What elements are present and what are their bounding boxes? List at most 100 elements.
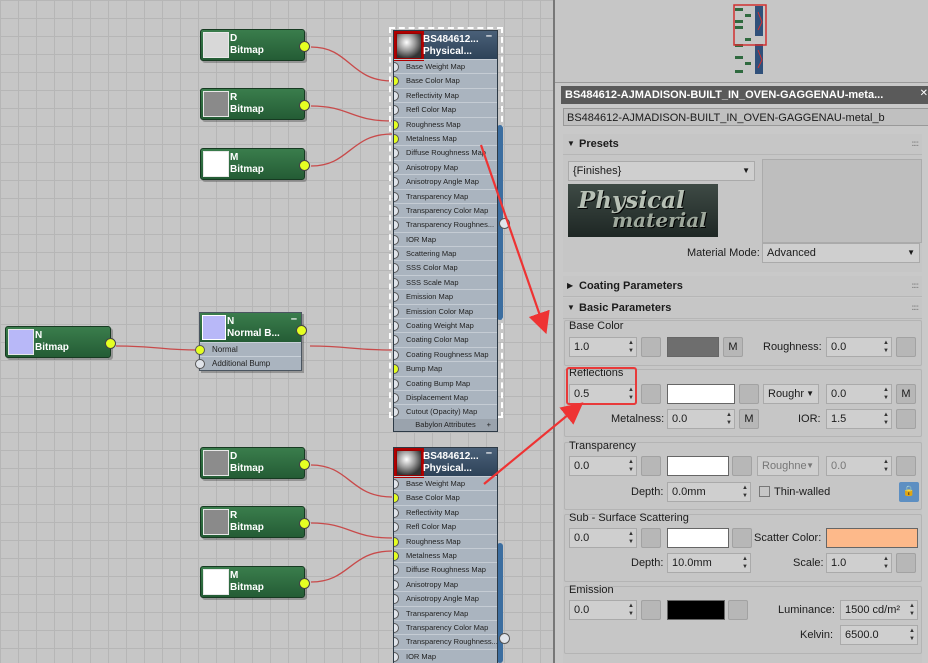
input-socket[interactable] [394,249,399,260]
sss-weight-map-button[interactable] [641,528,661,548]
sss-depth-spinner[interactable]: 10.0mm ▲ ▼ [667,553,751,573]
minimize-icon[interactable]: – [486,30,492,42]
input-port[interactable]: Roughness Map [394,116,497,131]
input-port[interactable]: Anisotropy Map [394,159,497,174]
physical-material-node-bottom[interactable]: BS484612... Physical... – Base Weight Ma… [393,447,498,663]
emission-weight-map-button[interactable] [641,600,661,620]
luminance-spinner[interactable]: 1500 cd/m² ▲ ▼ [840,600,918,620]
input-port[interactable]: Coating Color Map [394,332,497,346]
bitmap-node-r-bottom[interactable]: R Bitmap [200,506,310,538]
input-socket[interactable] [394,608,399,619]
ior-map-button[interactable] [896,409,916,429]
input-socket[interactable] [394,550,399,561]
navigator-minimap[interactable] [555,0,928,83]
spinner-arrows-icon[interactable]: ▲ ▼ [883,555,889,571]
spinner-arrows-icon[interactable]: ▲ ▼ [726,411,732,427]
roughness-map-button[interactable] [896,337,916,357]
spinner-arrows-icon[interactable]: ▲ ▼ [883,386,889,402]
input-port[interactable]: IOR Map [394,231,497,246]
output-socket[interactable] [105,338,116,349]
input-port[interactable]: Reflectivity Map [394,504,497,519]
reflections-weight-map-button[interactable] [641,384,661,404]
roughness-mode-dropdown[interactable]: Roughr ▼ [763,384,819,404]
transparency-weight-spinner[interactable]: 0.0 ▲ ▼ [569,456,637,476]
bitmap-node-d-bottom[interactable]: D Bitmap [200,447,310,479]
transparency-color-map-button[interactable] [732,456,752,476]
base-color-map-button[interactable]: M [723,337,743,357]
input-socket[interactable] [394,507,399,518]
spinner-arrows-icon[interactable]: ▲ ▼ [628,602,634,618]
input-port[interactable]: Displacement Map [394,389,497,404]
input-socket[interactable] [394,292,399,303]
input-port[interactable]: Base Weight Map [394,476,497,490]
input-port[interactable]: Anisotropy Angle Map [394,591,497,605]
rollout-header[interactable]: ▼ Basic Parameters:::: [563,298,922,319]
reflection-roughness-spinner[interactable]: 0.0 ▲ ▼ [826,384,892,404]
spinner-arrows-icon[interactable]: ▲ ▼ [628,530,634,546]
roughness-spinner[interactable]: 0.0 ▲ ▼ [826,337,892,357]
input-socket[interactable] [394,119,399,130]
scatter-color-swatch[interactable] [826,528,918,548]
input-socket[interactable] [394,62,399,72]
output-socket[interactable] [299,518,310,529]
emission-weight-spinner[interactable]: 0.0 ▲ ▼ [569,600,637,620]
thin-walled-checkbox[interactable] [759,486,770,497]
input-socket[interactable] [394,162,399,173]
sss-color-map-button[interactable] [732,528,752,548]
input-socket[interactable] [394,522,399,533]
input-port[interactable]: IOR Map [394,648,497,663]
input-socket[interactable] [394,105,399,116]
input-port[interactable]: Diffuse Roughness Map [394,562,497,576]
spinner-arrows-icon[interactable]: ▲ ▼ [883,411,889,427]
material-mode-dropdown[interactable]: Advanced ▼ [762,243,920,263]
input-socket[interactable] [394,407,399,418]
rollout-header[interactable]: ▼ Presets:::: [563,134,922,155]
metalness-spinner[interactable]: 0.0 ▲ ▼ [667,409,735,429]
input-socket[interactable] [394,594,399,605]
input-socket[interactable] [195,359,205,369]
input-port[interactable]: Coating Bump Map [394,375,497,390]
input-port[interactable]: SSS Color Map [394,260,497,274]
emission-color-map-button[interactable] [728,600,748,620]
input-port[interactable]: Roughness Map [394,533,497,548]
input-port[interactable]: Metalness Map [394,547,497,562]
input-port[interactable]: Coating Roughness Map [394,346,497,361]
base-weight-spinner[interactable]: 1.0 ▲ ▼ [569,337,637,357]
input-port[interactable]: Additional Bump [195,356,301,370]
input-socket[interactable] [394,536,399,547]
input-socket[interactable] [394,565,399,576]
transparency-color-swatch[interactable] [667,456,729,476]
spinner-arrows-icon[interactable]: ▲ ▼ [909,627,915,643]
sss-weight-spinner[interactable]: 0.0 ▲ ▼ [569,528,637,548]
output-socket[interactable] [299,160,310,171]
sss-scale-spinner[interactable]: 1.0 ▲ ▼ [826,553,892,573]
physical-material-node-top[interactable]: BS484612... Physical... – Base Weight Ma… [393,30,498,432]
spinner-arrows-icon[interactable]: ▲ ▼ [883,339,889,355]
input-socket[interactable] [394,479,399,489]
close-icon[interactable]: ✕ [920,88,928,99]
input-socket[interactable] [394,277,399,288]
output-socket[interactable] [299,100,310,111]
reflection-roughness-map-button[interactable]: M [896,384,916,404]
babylon-attributes-rollout[interactable]: Babylon Attributes + [394,418,497,431]
rollout-header[interactable]: ▶ Coating Parameters:::: [563,276,922,297]
input-port[interactable]: Metalness Map [394,130,497,145]
reflection-color-map-button[interactable] [739,384,759,404]
input-port[interactable]: Transparency Color Map [394,619,497,634]
input-port[interactable]: Emission Color Map [394,303,497,318]
input-socket[interactable] [394,177,399,188]
input-socket[interactable] [394,335,399,346]
kelvin-spinner[interactable]: 6500.0 ▲ ▼ [840,625,918,645]
output-socket[interactable] [296,325,307,336]
output-socket[interactable] [299,41,310,52]
input-socket[interactable] [394,349,399,360]
input-port[interactable]: Transparency Color Map [394,202,497,217]
bitmap-node-d-top[interactable]: D Bitmap [200,29,310,61]
presets-dropdown[interactable]: {Finishes} ▼ [568,161,755,181]
spinner-arrows-icon[interactable]: ▲ ▼ [742,484,748,500]
base-weight-map-button[interactable] [641,337,661,357]
bitmap-node-m-top[interactable]: M Bitmap [200,148,310,180]
spinner-arrows-icon[interactable]: ▲ ▼ [742,555,748,571]
input-port[interactable]: Normal [195,342,301,356]
input-socket[interactable] [394,579,399,590]
